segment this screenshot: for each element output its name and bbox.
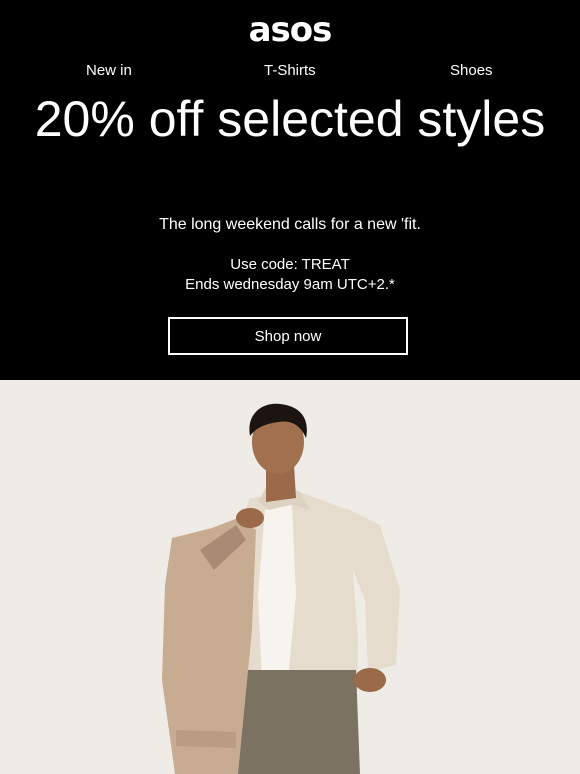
promo-end-text: Ends wednesday 9am UTC+2.* [185,276,395,293]
promo-subheading: The long weekend calls for a new 'fit. [159,216,421,233]
asos-logo[interactable]: asos [0,10,580,50]
nav-item-t-shirts[interactable]: T-Shirts [264,62,316,79]
nav-item-new-in[interactable]: New in [86,62,132,79]
product-photo[interactable] [0,380,580,774]
shop-now-button[interactable]: Shop now [168,317,408,355]
promo-hero: asos New in T-Shirts Shoes 20% off selec… [0,0,580,380]
jacket-cuff [176,730,236,748]
nav-item-shoes[interactable]: Shoes [450,62,493,79]
top-nav: New in T-Shirts Shoes [0,62,580,82]
promo-headline: 20% off selected styles [34,91,546,147]
model-illustration [0,380,580,774]
model-hand [354,668,386,692]
promo-code-text: Use code: TREAT [230,256,350,273]
model-trousers [228,670,360,774]
model-left-hand [236,508,264,528]
model-undershirt [258,505,296,682]
